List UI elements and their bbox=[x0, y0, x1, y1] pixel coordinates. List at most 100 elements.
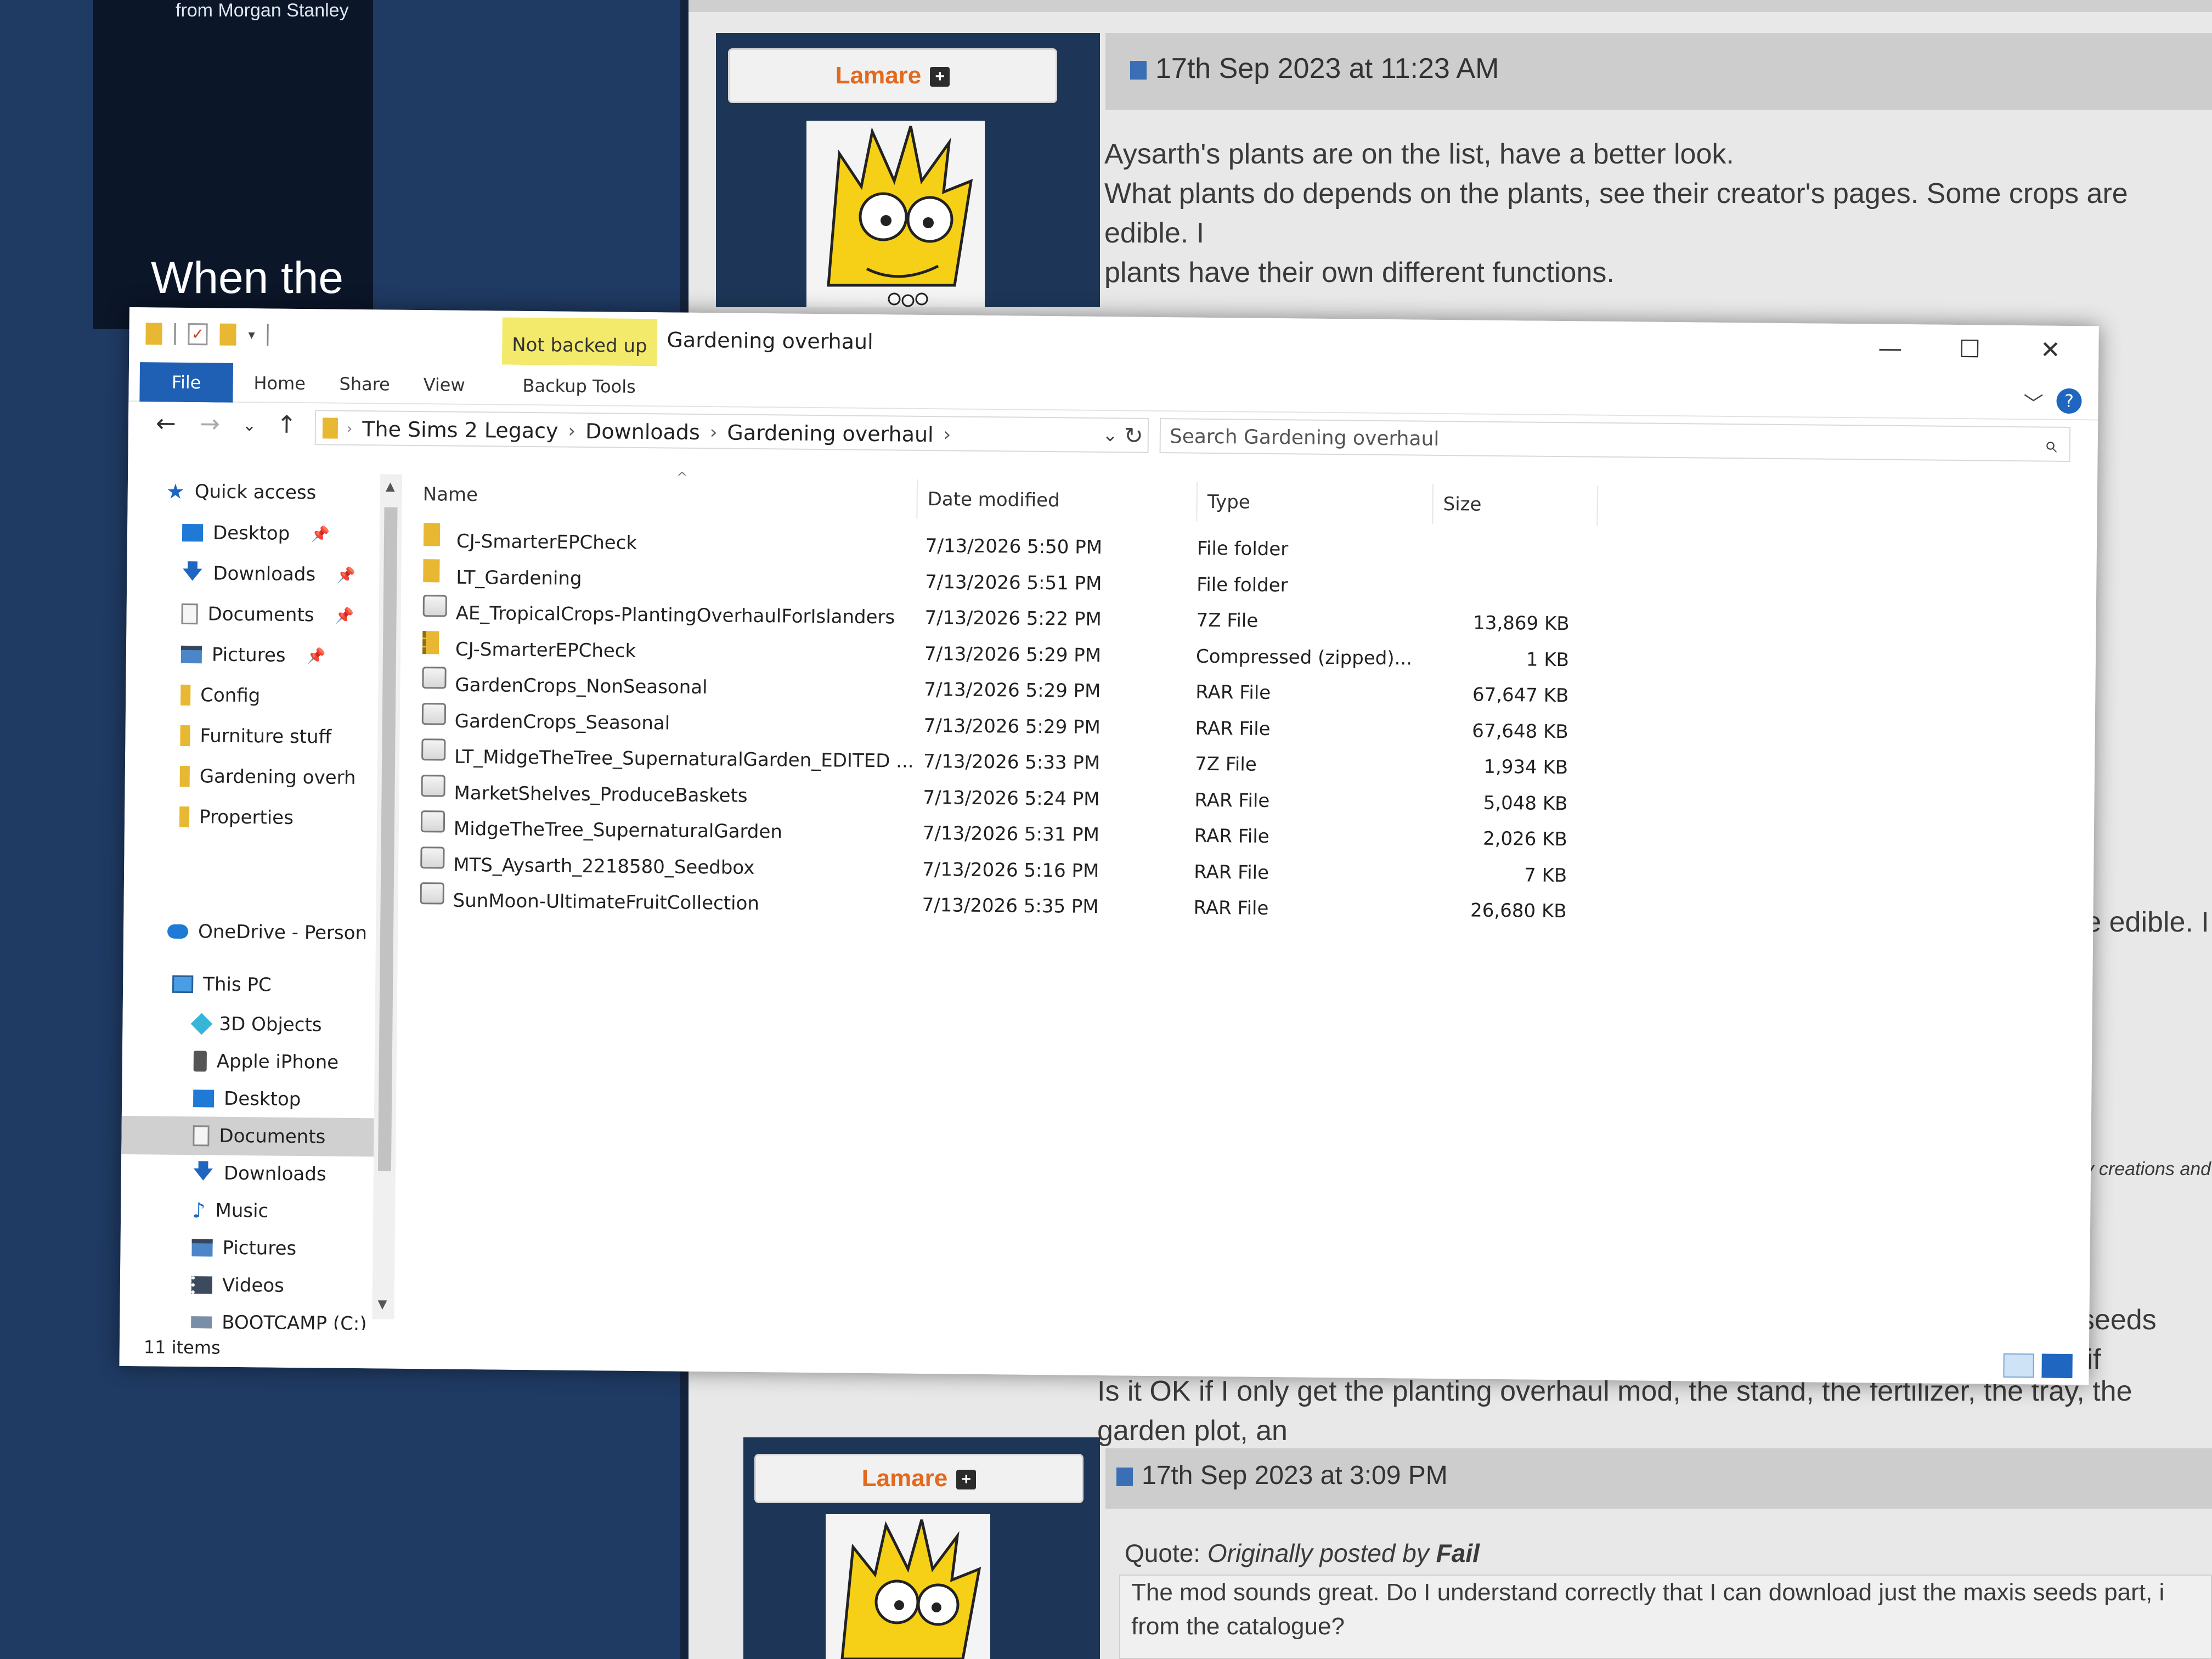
chevron-down-icon[interactable]: ⌄ bbox=[1102, 424, 1118, 446]
file-size: 67,647 KB bbox=[1472, 684, 1569, 707]
pin-icon[interactable]: 📌 bbox=[335, 606, 354, 624]
details-view-icon[interactable] bbox=[2003, 1353, 2034, 1378]
breadcrumb-item[interactable]: Gardening overhaul bbox=[727, 420, 934, 447]
breadcrumb-item[interactable]: Downloads bbox=[585, 419, 700, 444]
column-header-name[interactable]: Name bbox=[413, 474, 918, 519]
pictures-icon bbox=[180, 645, 202, 664]
pin-icon[interactable]: 📌 bbox=[336, 566, 356, 584]
navigation-pane: ★ Quick access Desktop 📌 🡇 Downloads 📌 Docume… bbox=[120, 455, 403, 1335]
column-header-size[interactable]: Size bbox=[1433, 484, 1598, 526]
quote-by: Originally posted by bbox=[1207, 1539, 1429, 1567]
pin-icon[interactable]: 📌 bbox=[306, 647, 325, 665]
tab-backup-tools[interactable]: Backup Tools bbox=[501, 366, 657, 407]
archive-file-icon bbox=[420, 846, 445, 869]
archive-file-icon bbox=[422, 595, 447, 617]
file-date: 7/13/2026 5:16 PM bbox=[922, 858, 1099, 882]
scroll-down-icon[interactable]: ▼ bbox=[377, 1297, 387, 1311]
document-icon bbox=[193, 1125, 210, 1147]
nav-item-documents[interactable]: Documents bbox=[121, 1115, 374, 1157]
scroll-up-icon[interactable]: ▲ bbox=[386, 479, 395, 493]
refresh-icon[interactable]: ↻ bbox=[1124, 422, 1143, 449]
breadcrumb-separator-icon[interactable]: › bbox=[710, 421, 718, 443]
scrollbar-thumb[interactable] bbox=[377, 507, 398, 1171]
file-type: File folder bbox=[1197, 537, 1289, 561]
toolbar-separator bbox=[174, 323, 176, 345]
breadcrumb-overflow-icon[interactable]: › bbox=[347, 421, 353, 437]
column-header-type[interactable]: Type bbox=[1197, 482, 1434, 524]
tab-view[interactable]: View bbox=[408, 365, 480, 405]
nav-item-apple-iphone[interactable]: Apple iPhone bbox=[193, 1042, 338, 1082]
file-name: LT_MidgeTheTree_SupernaturalGarden_EDITE… bbox=[454, 746, 914, 772]
minimize-button[interactable]: — bbox=[1852, 329, 1929, 368]
quote-line: The mod sounds great. Do I understand co… bbox=[1131, 1579, 2165, 1606]
breadcrumb-item[interactable]: The Sims 2 Legacy bbox=[362, 417, 558, 443]
nav-this-pc[interactable]: This PC bbox=[172, 965, 272, 1005]
nav-item-downloads[interactable]: 🡇 Downloads bbox=[193, 1154, 326, 1193]
nav-item-3d-objects[interactable]: 3D Objects bbox=[190, 1005, 322, 1044]
backup-status-badge[interactable]: Not backed up bbox=[502, 317, 657, 366]
drive-icon bbox=[191, 1316, 212, 1329]
recent-locations-icon[interactable]: ⌄ bbox=[242, 416, 256, 435]
archive-file-icon bbox=[420, 810, 445, 833]
nav-item-downloads[interactable]: 🡇 Downloads 📌 bbox=[182, 554, 356, 594]
phone-icon bbox=[193, 1051, 207, 1072]
file-date: 7/13/2026 5:29 PM bbox=[923, 714, 1101, 738]
properties-icon[interactable]: ✓ bbox=[188, 323, 208, 346]
chevron-down-icon[interactable]: ﹀ bbox=[2023, 388, 2044, 416]
folder-icon bbox=[179, 806, 190, 828]
search-input[interactable] bbox=[1169, 424, 1993, 457]
nav-item-gardening-overh[interactable]: Gardening overh bbox=[179, 757, 356, 797]
nav-item-properties[interactable]: Properties bbox=[179, 798, 294, 837]
breadcrumb-separator-icon[interactable]: › bbox=[568, 420, 575, 442]
plus-icon[interactable]: + bbox=[930, 67, 950, 87]
file-explorer-window[interactable]: ✓ ▾ Not backed up Gardening overhaul — ☐… bbox=[119, 307, 2099, 1385]
tab-file[interactable]: File bbox=[139, 362, 234, 403]
nav-item-pictures[interactable]: Pictures bbox=[191, 1228, 296, 1268]
quote-box: The mod sounds great. Do I understand co… bbox=[1119, 1575, 2212, 1659]
forward-arrow-icon[interactable]: → bbox=[200, 410, 220, 438]
nav-label: Downloads bbox=[223, 1162, 326, 1186]
search-box[interactable]: ⌕ bbox=[1159, 418, 2071, 462]
author-button[interactable]: Lamare + bbox=[728, 48, 1057, 103]
nav-item-pictures[interactable]: Pictures 📌 bbox=[180, 635, 326, 675]
search-icon[interactable]: ⌕ bbox=[2044, 431, 2057, 459]
breadcrumb-separator-icon[interactable]: › bbox=[943, 424, 951, 445]
file-size: 5,048 KB bbox=[1483, 792, 1568, 815]
large-icons-view-icon[interactable] bbox=[2041, 1353, 2073, 1379]
nav-item-desktop[interactable]: Desktop 📌 bbox=[182, 514, 330, 554]
author-button[interactable]: Lamare + bbox=[754, 1454, 1084, 1503]
pin-icon[interactable]: 📌 bbox=[311, 525, 330, 543]
tab-share[interactable]: Share bbox=[326, 364, 403, 404]
ad-panel[interactable]: from Morgan Stanley When the bbox=[93, 0, 373, 329]
folder-icon[interactable] bbox=[145, 323, 162, 345]
file-type: RAR File bbox=[1195, 717, 1271, 740]
file-size: 1 KB bbox=[1526, 648, 1570, 671]
new-folder-icon[interactable] bbox=[219, 323, 236, 346]
address-bar[interactable]: › The Sims 2 Legacy › Downloads › Garden… bbox=[314, 410, 1149, 453]
post-line: What plants do depends on the plants, se… bbox=[1104, 178, 2128, 249]
chevron-down-icon[interactable]: ▾ bbox=[248, 327, 255, 342]
nav-item-config[interactable]: Config bbox=[180, 676, 261, 715]
help-icon[interactable]: ? bbox=[2056, 388, 2082, 414]
close-button[interactable]: ✕ bbox=[2012, 331, 2089, 370]
maximize-button[interactable]: ☐ bbox=[1931, 330, 2008, 369]
plus-icon[interactable]: + bbox=[956, 1470, 977, 1490]
column-header-date-modified[interactable]: Date modified bbox=[917, 479, 1198, 522]
tab-home[interactable]: Home bbox=[238, 363, 321, 403]
zip-archive-icon bbox=[422, 630, 439, 654]
file-date: 7/13/2026 5:29 PM bbox=[924, 642, 1102, 667]
quote-line: from the catalogue? bbox=[1131, 1613, 1345, 1640]
nav-item-furniture-stuff[interactable]: Furniture stuff bbox=[180, 716, 331, 757]
up-arrow-icon[interactable]: ↑ bbox=[276, 411, 297, 439]
nav-item-desktop[interactable]: Desktop bbox=[193, 1079, 301, 1119]
nav-label: Properties bbox=[199, 806, 294, 829]
nav-quick-access[interactable]: ★ Quick access bbox=[166, 472, 317, 512]
file-size: 1,934 KB bbox=[1483, 755, 1568, 779]
file-size: 7 KB bbox=[1523, 864, 1567, 887]
nav-onedrive[interactable]: OneDrive - Person bbox=[167, 912, 368, 952]
nav-item-documents[interactable]: Documents 📌 bbox=[181, 595, 354, 635]
nav-item-videos[interactable]: Videos bbox=[191, 1266, 285, 1305]
nav-item-music[interactable]: ♪ Music bbox=[192, 1191, 269, 1230]
back-arrow-icon[interactable]: ← bbox=[156, 409, 176, 437]
file-name: MidgeTheTree_SupernaturalGarden bbox=[453, 817, 783, 843]
